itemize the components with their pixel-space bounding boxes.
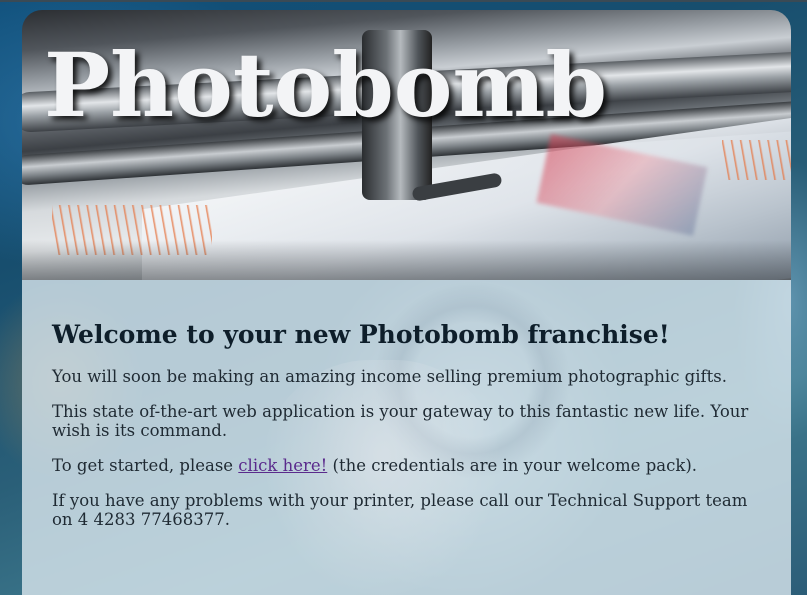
site-title: Photobomb [44,33,608,137]
header-banner: Photobomb [22,10,791,280]
gateway-paragraph: This state of-the-art web application is… [52,402,749,440]
window-top-border [0,0,807,2]
intro-paragraph: You will soon be making an amazing incom… [52,367,727,386]
main-content: Welcome to your new Photobomb franchise!… [22,280,791,595]
get-started-paragraph: To get started, please click here! (the … [52,456,761,475]
header-shade [22,240,791,280]
background-hand-image [262,360,502,595]
printer-detail-image [722,140,791,180]
get-started-text: To get started, please [52,456,239,475]
support-paragraph: If you have any problems with your print… [52,491,748,529]
page-container: Photobomb Welcome to your new Photobomb … [22,10,791,595]
credentials-text: (the credentials are in your welcome pac… [327,456,698,475]
welcome-heading: Welcome to your new Photobomb franchise! [52,320,670,349]
click-here-link[interactable]: click here! [238,456,327,475]
